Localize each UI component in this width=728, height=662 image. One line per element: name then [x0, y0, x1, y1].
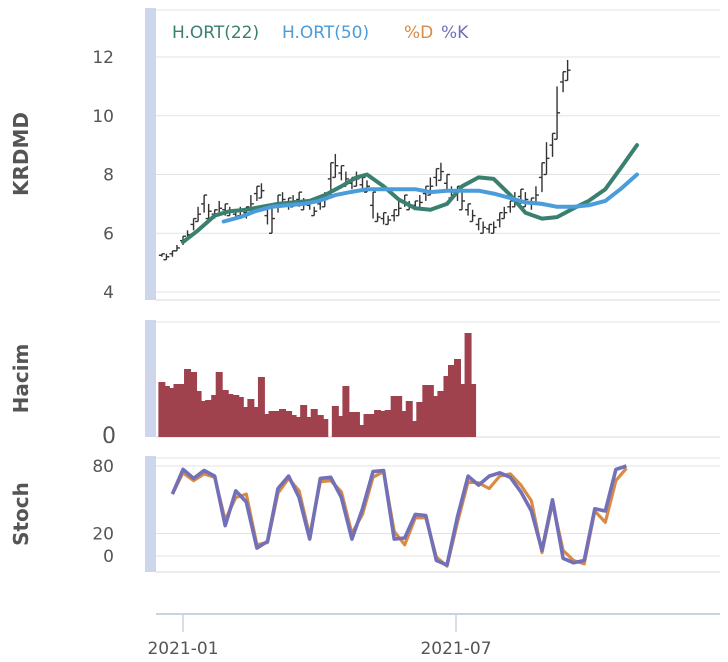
stock-chart: 4 6 8 10 12 KRDMD 0 Hacim 0 20 80 Stoch 2021-01 2021-… [0, 0, 728, 662]
price-bar [560, 70, 567, 93]
y-tick-label-price-8: 8 [103, 166, 114, 186]
price-bar [538, 162, 545, 193]
price-bar [385, 215, 392, 226]
legend-item-H.ORT(50): H.ORT(50) [282, 23, 369, 43]
volume-bar [289, 415, 297, 437]
y-tick-label-price-4: 4 [103, 283, 114, 303]
axis-title-stoch: Stoch [9, 482, 33, 546]
price-bar [169, 250, 176, 257]
price-bar [459, 192, 466, 211]
panel-price-scrollbar [145, 8, 156, 300]
price-bar [522, 192, 529, 208]
volume-bar [257, 377, 265, 437]
volume-bar [469, 384, 477, 437]
volume-bar [236, 397, 244, 437]
volume-bar [162, 386, 170, 437]
volume-bars [158, 333, 477, 437]
panel-volume-scrollbar [145, 320, 156, 437]
volume-bar [342, 386, 350, 437]
price-bar [433, 167, 440, 187]
legend-item-H.ORT(22): H.ORT(22) [172, 23, 259, 43]
volume-bar [184, 369, 192, 437]
x-tick-label-2021-01: 2021-01 [147, 639, 218, 659]
price-bar [564, 59, 571, 82]
volume-bar [321, 419, 329, 437]
legend-item-%K: %K [441, 23, 469, 43]
volume-bar [215, 372, 223, 437]
volume-bar [173, 384, 181, 437]
panel-price: 4 6 8 10 12 KRDMD [9, 8, 720, 303]
volume-bar [300, 405, 308, 437]
price-bar [554, 86, 561, 140]
volume-bar [226, 394, 234, 437]
volume-bar [205, 400, 213, 437]
y-tick-label-price-12: 12 [92, 48, 114, 68]
volume-bar [374, 410, 382, 437]
price-bar [465, 203, 472, 216]
price-bar [158, 253, 165, 257]
price-bar [395, 200, 402, 217]
series-line-H.ORT(22) [181, 143, 639, 245]
volume-bar [268, 411, 276, 437]
price-bar [332, 153, 339, 179]
price-bars [158, 59, 571, 261]
price-bar [205, 203, 212, 220]
price-bar [190, 217, 197, 231]
price-bar [490, 221, 497, 234]
price-bar [173, 245, 180, 252]
price-bar [437, 162, 444, 182]
volume-bar [331, 406, 339, 437]
price-bar [201, 194, 208, 213]
legend: H.ORT(22) H.ORT(50) %D %K [172, 23, 469, 43]
volume-bar [458, 384, 466, 437]
price-bar [480, 221, 487, 234]
volume-bar [310, 409, 318, 437]
series-line-%D [170, 467, 628, 568]
y-tick-label-volume-0: 0 [102, 424, 116, 449]
price-bar [486, 223, 493, 234]
price-bar [543, 142, 550, 176]
price-bar [338, 164, 345, 181]
y-tick-label-price-10: 10 [92, 107, 114, 127]
x-axis: 2021-01 2021-07 [147, 613, 720, 659]
price-bar [380, 211, 387, 225]
chart-canvas: 4681012KRDMD0Hacim02080Stoch2021-01 2021-… [9, 8, 720, 659]
price-bar [469, 209, 476, 223]
panel-stoch-scrollbar [145, 456, 156, 572]
volume-bar [363, 414, 371, 437]
legend-item-%D: %D [404, 23, 433, 43]
volume-bar [447, 365, 455, 437]
volume-bar [352, 412, 360, 437]
volume-bar [426, 385, 434, 437]
series-line-%K [170, 464, 627, 567]
axis-title-price: KRDMD [9, 112, 33, 196]
x-tick-label-2021-07: 2021-07 [420, 639, 491, 659]
y-tick-label-price-6: 6 [103, 224, 114, 244]
price-bar [496, 211, 503, 228]
price-bar [374, 212, 381, 223]
axis-title-volume: Hacim [9, 344, 33, 414]
y-tick-label-stoch-20: 20 [92, 525, 114, 545]
price-bar [475, 217, 482, 231]
volume-bar [279, 409, 287, 437]
price-bar [253, 185, 260, 201]
y-tick-label-stoch-0: 0 [103, 547, 114, 567]
volume-bar [405, 401, 413, 437]
volume-bar [384, 410, 392, 437]
price-bar [370, 191, 377, 219]
price-bar [258, 183, 265, 199]
volume-bar [194, 391, 202, 437]
price-bar [195, 206, 202, 223]
volume-bar [247, 399, 255, 437]
price-bar [311, 206, 318, 217]
volume-bar [395, 396, 403, 437]
volume-bar [416, 402, 424, 437]
price-bar [163, 253, 170, 261]
y-tick-label-stoch-80: 80 [92, 457, 114, 477]
price-bar [549, 132, 556, 157]
volume-bar [437, 391, 445, 437]
